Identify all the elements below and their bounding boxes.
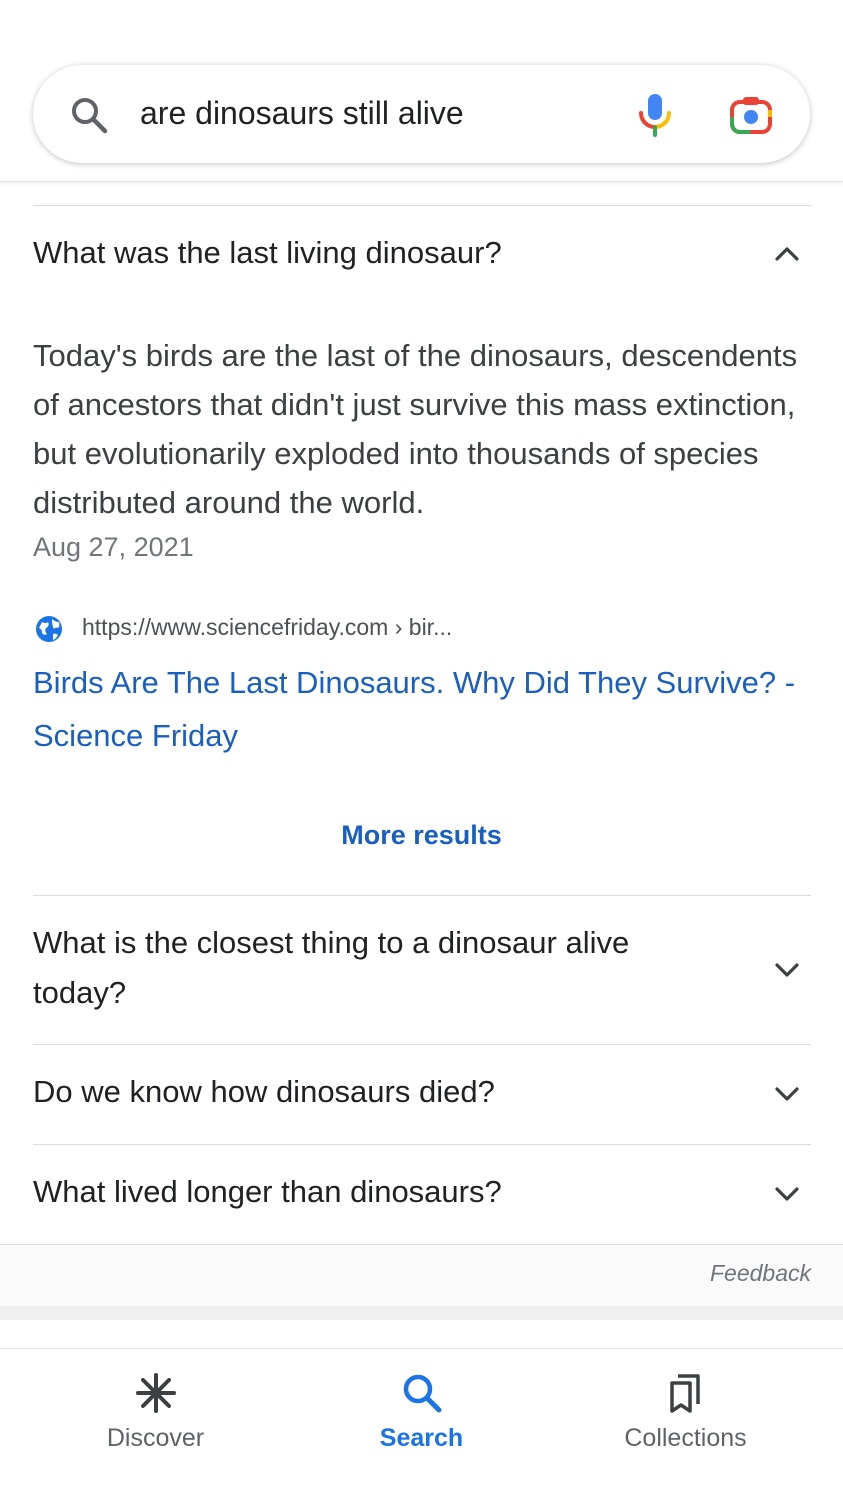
search-box[interactable]: are dinosaurs still alive xyxy=(33,65,810,163)
feedback-link[interactable]: Feedback xyxy=(710,1260,811,1287)
result-title-link[interactable]: Birds Are The Last Dinosaurs. Why Did Th… xyxy=(33,656,823,762)
more-results-button[interactable]: More results xyxy=(0,820,843,851)
faq-question[interactable]: What lived longer than dinosaurs? xyxy=(33,1167,723,1217)
bookmarks-icon xyxy=(669,1374,700,1413)
chevron-down-icon[interactable] xyxy=(771,1078,803,1110)
faq-answer: Today's birds are the last of the dinosa… xyxy=(33,338,798,520)
faq-divider xyxy=(33,1144,811,1145)
nav-search-label: Search xyxy=(379,1424,464,1452)
search-header: are dinosaurs still alive xyxy=(0,0,843,182)
faq-divider xyxy=(33,895,811,896)
search-input[interactable]: are dinosaurs still alive xyxy=(140,95,464,132)
bottom-nav: Discover Search Collections xyxy=(0,1348,843,1499)
mic-icon[interactable] xyxy=(633,91,677,137)
chevron-down-icon[interactable] xyxy=(771,1178,803,1210)
section-separator xyxy=(0,1306,843,1320)
source-url[interactable]: https://www.sciencefriday.com › bir... xyxy=(82,614,452,641)
chevron-down-icon[interactable] xyxy=(771,954,803,986)
nav-discover-label: Discover xyxy=(106,1424,205,1452)
asterisk-icon xyxy=(135,1373,176,1413)
nav-search[interactable]: Search xyxy=(281,1349,562,1499)
nav-collections-label: Collections xyxy=(624,1424,747,1452)
faq-question-expanded[interactable]: What was the last living dinosaur? xyxy=(33,228,723,278)
globe-icon xyxy=(36,616,62,642)
answer-date: Aug 27, 2021 xyxy=(33,532,194,562)
search-icon[interactable] xyxy=(69,95,109,135)
search-icon xyxy=(403,1374,441,1413)
faq-question[interactable]: What is the closest thing to a dinosaur … xyxy=(33,918,713,1018)
nav-discover[interactable]: Discover xyxy=(15,1349,296,1499)
faq-divider xyxy=(33,1044,811,1045)
faq-question[interactable]: Do we know how dinosaurs died? xyxy=(33,1067,723,1117)
nav-collections[interactable]: Collections xyxy=(545,1349,826,1499)
feedback-area: Feedback xyxy=(0,1244,843,1306)
faq-divider xyxy=(33,205,811,206)
lens-camera-icon[interactable] xyxy=(729,95,773,135)
chevron-up-icon[interactable] xyxy=(771,238,803,270)
